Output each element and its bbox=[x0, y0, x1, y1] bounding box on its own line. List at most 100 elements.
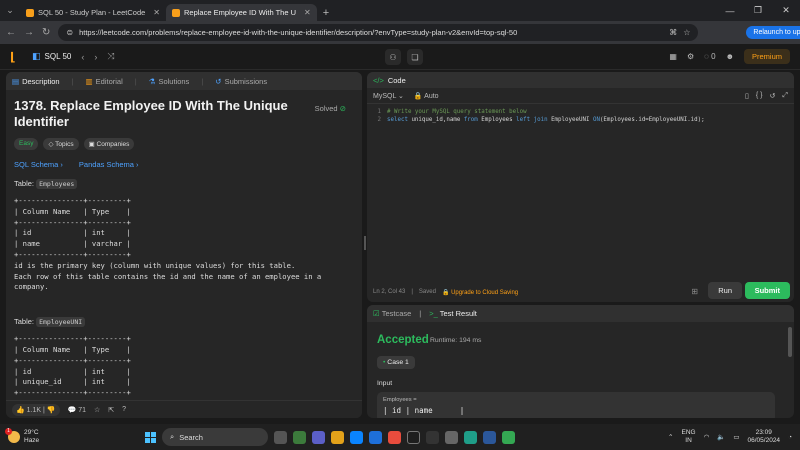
close-icon[interactable]: ✕ bbox=[153, 8, 160, 17]
problem-tags: Easy ◇ Topics ▣ Companies bbox=[14, 138, 354, 150]
chrome-icon[interactable] bbox=[293, 430, 306, 444]
back-icon[interactable]: ← bbox=[6, 27, 16, 38]
brave-icon[interactable] bbox=[388, 430, 401, 444]
edge-icon[interactable] bbox=[350, 430, 363, 444]
taskbar-search[interactable]: ⌕ Search bbox=[162, 428, 268, 446]
tab-test-result[interactable]: >_ Test Result bbox=[429, 309, 477, 318]
editorial-icon: ▥ bbox=[85, 76, 93, 86]
app-icon[interactable] bbox=[445, 430, 458, 444]
tab-search-icon[interactable]: ⌄ bbox=[0, 0, 20, 21]
weather-condition: Haze bbox=[24, 437, 40, 444]
tab-editorial[interactable]: ▥ Editorial bbox=[86, 77, 123, 86]
notifications-icon[interactable]: ◔ bbox=[788, 434, 792, 441]
tab-testcase[interactable]: ☑ Testcase bbox=[373, 309, 411, 318]
language-indicator[interactable]: ENG IN bbox=[682, 429, 696, 445]
premium-button[interactable]: Premium bbox=[743, 49, 790, 64]
format-icon[interactable]: { } bbox=[756, 92, 763, 100]
editor-tools: ▯ { } ↺ ⤢ bbox=[745, 92, 788, 100]
input-label: Input bbox=[377, 380, 393, 387]
submit-button[interactable]: Submit bbox=[744, 282, 790, 299]
leetcode-favicon-icon bbox=[26, 8, 34, 17]
scrollbar[interactable] bbox=[788, 327, 792, 357]
upgrade-link[interactable]: 🔒 Upgrade to Cloud Saving bbox=[442, 289, 518, 296]
case-tab[interactable]: • Case 1 bbox=[377, 356, 415, 369]
submissions-icon: ↺ bbox=[215, 76, 222, 86]
wifi-icon[interactable]: ◠ bbox=[704, 433, 710, 441]
expand-icon[interactable]: ⤢ bbox=[782, 92, 788, 100]
translate-icon[interactable]: ⌘ bbox=[669, 28, 677, 37]
pandas-schema-link[interactable]: Pandas Schema › bbox=[79, 160, 139, 169]
app-icon[interactable] bbox=[426, 430, 439, 444]
forward-icon[interactable]: → bbox=[24, 27, 34, 38]
language-select[interactable]: MySQL ⌄ bbox=[373, 92, 404, 100]
auto-mode-toggle[interactable]: 🔒 Auto bbox=[414, 92, 439, 100]
star-icon[interactable]: ☆ bbox=[683, 28, 690, 37]
notification-badge: 1 bbox=[5, 428, 12, 435]
close-window-icon[interactable]: ✕ bbox=[772, 5, 800, 16]
tab-solutions[interactable]: ⚗ Solutions bbox=[149, 77, 190, 86]
shuffle-icon[interactable]: ⤨ bbox=[107, 51, 114, 62]
cursor-position: Ln 2, Col 43 bbox=[373, 289, 406, 295]
dislike-icon[interactable]: 👎 bbox=[47, 407, 56, 414]
leetcode-logo-icon[interactable]: ⌊ bbox=[10, 50, 22, 64]
browser-tab-sql50[interactable]: SQL 50 - Study Plan - LeetCode ✕ bbox=[20, 4, 166, 21]
settings-icon[interactable]: ⚙ bbox=[687, 52, 694, 61]
console-icon[interactable]: ⊞ bbox=[691, 287, 698, 296]
companies-button[interactable]: ▣ Companies bbox=[83, 138, 135, 150]
tab-title: SQL 50 - Study Plan - LeetCode bbox=[38, 8, 146, 17]
sql-schema-link[interactable]: SQL Schema › bbox=[14, 160, 63, 169]
url-text: https://leetcode.com/problems/replace-em… bbox=[79, 28, 518, 37]
solutions-icon: ⚗ bbox=[148, 76, 156, 86]
terminal-app-icon[interactable] bbox=[407, 430, 420, 444]
share-icon[interactable]: ⇱ bbox=[108, 406, 114, 414]
chrome-icon[interactable] bbox=[502, 430, 515, 444]
next-problem-icon[interactable]: › bbox=[94, 52, 97, 62]
panel-resizer[interactable] bbox=[364, 236, 366, 250]
task-view-icon[interactable] bbox=[274, 430, 287, 444]
speaker-icon[interactable]: 🔈 bbox=[717, 433, 725, 441]
search-label: Search bbox=[179, 432, 203, 442]
browser-tab-replace-employee[interactable]: Replace Employee ID With The U ✕ bbox=[166, 4, 317, 21]
taskbar-apps: ⌕ Search bbox=[145, 428, 515, 446]
difficulty-badge: Easy bbox=[14, 138, 39, 150]
comments-button[interactable]: 💬 71 bbox=[68, 406, 86, 414]
teams-icon[interactable] bbox=[312, 430, 325, 444]
store-icon[interactable] bbox=[369, 430, 382, 444]
tab-submissions[interactable]: ↺ Submissions bbox=[215, 77, 267, 86]
clock[interactable]: 23:09 06/05/2024 bbox=[748, 429, 781, 445]
tab-description[interactable]: ▤ Description bbox=[12, 77, 60, 86]
close-icon[interactable]: ✕ bbox=[304, 8, 311, 17]
app-icon[interactable] bbox=[464, 430, 477, 444]
prev-problem-icon[interactable]: ‹ bbox=[81, 52, 84, 62]
new-tab-button[interactable]: + bbox=[317, 4, 335, 21]
site-info-icon[interactable]: ⊜ bbox=[66, 28, 73, 37]
solved-status: Solved ⊘ bbox=[315, 104, 346, 113]
word-icon[interactable] bbox=[483, 430, 496, 444]
reload-icon[interactable]: ↻ bbox=[42, 27, 50, 38]
url-field[interactable]: ⊜ https://leetcode.com/problems/replace-… bbox=[58, 24, 699, 41]
bookmark-icon[interactable]: ▯ bbox=[745, 92, 749, 100]
favorite-icon[interactable]: ☆ bbox=[94, 406, 100, 414]
file-explorer-icon[interactable] bbox=[331, 430, 344, 444]
restore-icon[interactable]: ❐ bbox=[744, 5, 772, 16]
minimize-icon[interactable]: — bbox=[716, 6, 744, 16]
terminal-icon: >_ bbox=[429, 309, 438, 318]
layout-icon[interactable]: ▦ bbox=[669, 52, 677, 61]
relaunch-to-update-button[interactable]: Relaunch to update bbox=[746, 26, 800, 39]
notes-icon[interactable]: ❏ bbox=[407, 49, 423, 65]
run-button[interactable]: Run bbox=[708, 282, 742, 299]
battery-icon[interactable]: ▭ bbox=[733, 433, 739, 441]
code-editor[interactable]: 1 # Write your MySQL query statement bel… bbox=[367, 104, 794, 124]
avatar[interactable]: ☻ bbox=[726, 52, 734, 61]
start-icon[interactable] bbox=[145, 431, 156, 443]
header-right-tools: ▦ ⚙ ◌ 0 ☻ Premium bbox=[669, 49, 790, 64]
like-button[interactable]: 👍 1.1K | 👎 bbox=[12, 403, 60, 416]
reset-icon[interactable]: ↺ bbox=[770, 92, 776, 100]
study-plan-button[interactable]: ◧ SQL 50 bbox=[32, 51, 71, 62]
coins-counter[interactable]: ◌ 0 bbox=[704, 52, 715, 61]
weather-widget[interactable]: 1 29°C Haze bbox=[0, 428, 150, 445]
help-icon[interactable]: ? bbox=[122, 406, 126, 413]
chevron-up-icon[interactable]: ⌃ bbox=[668, 433, 673, 441]
debug-icon[interactable]: ⚇ bbox=[385, 49, 401, 65]
topics-button[interactable]: ◇ Topics bbox=[43, 138, 79, 150]
